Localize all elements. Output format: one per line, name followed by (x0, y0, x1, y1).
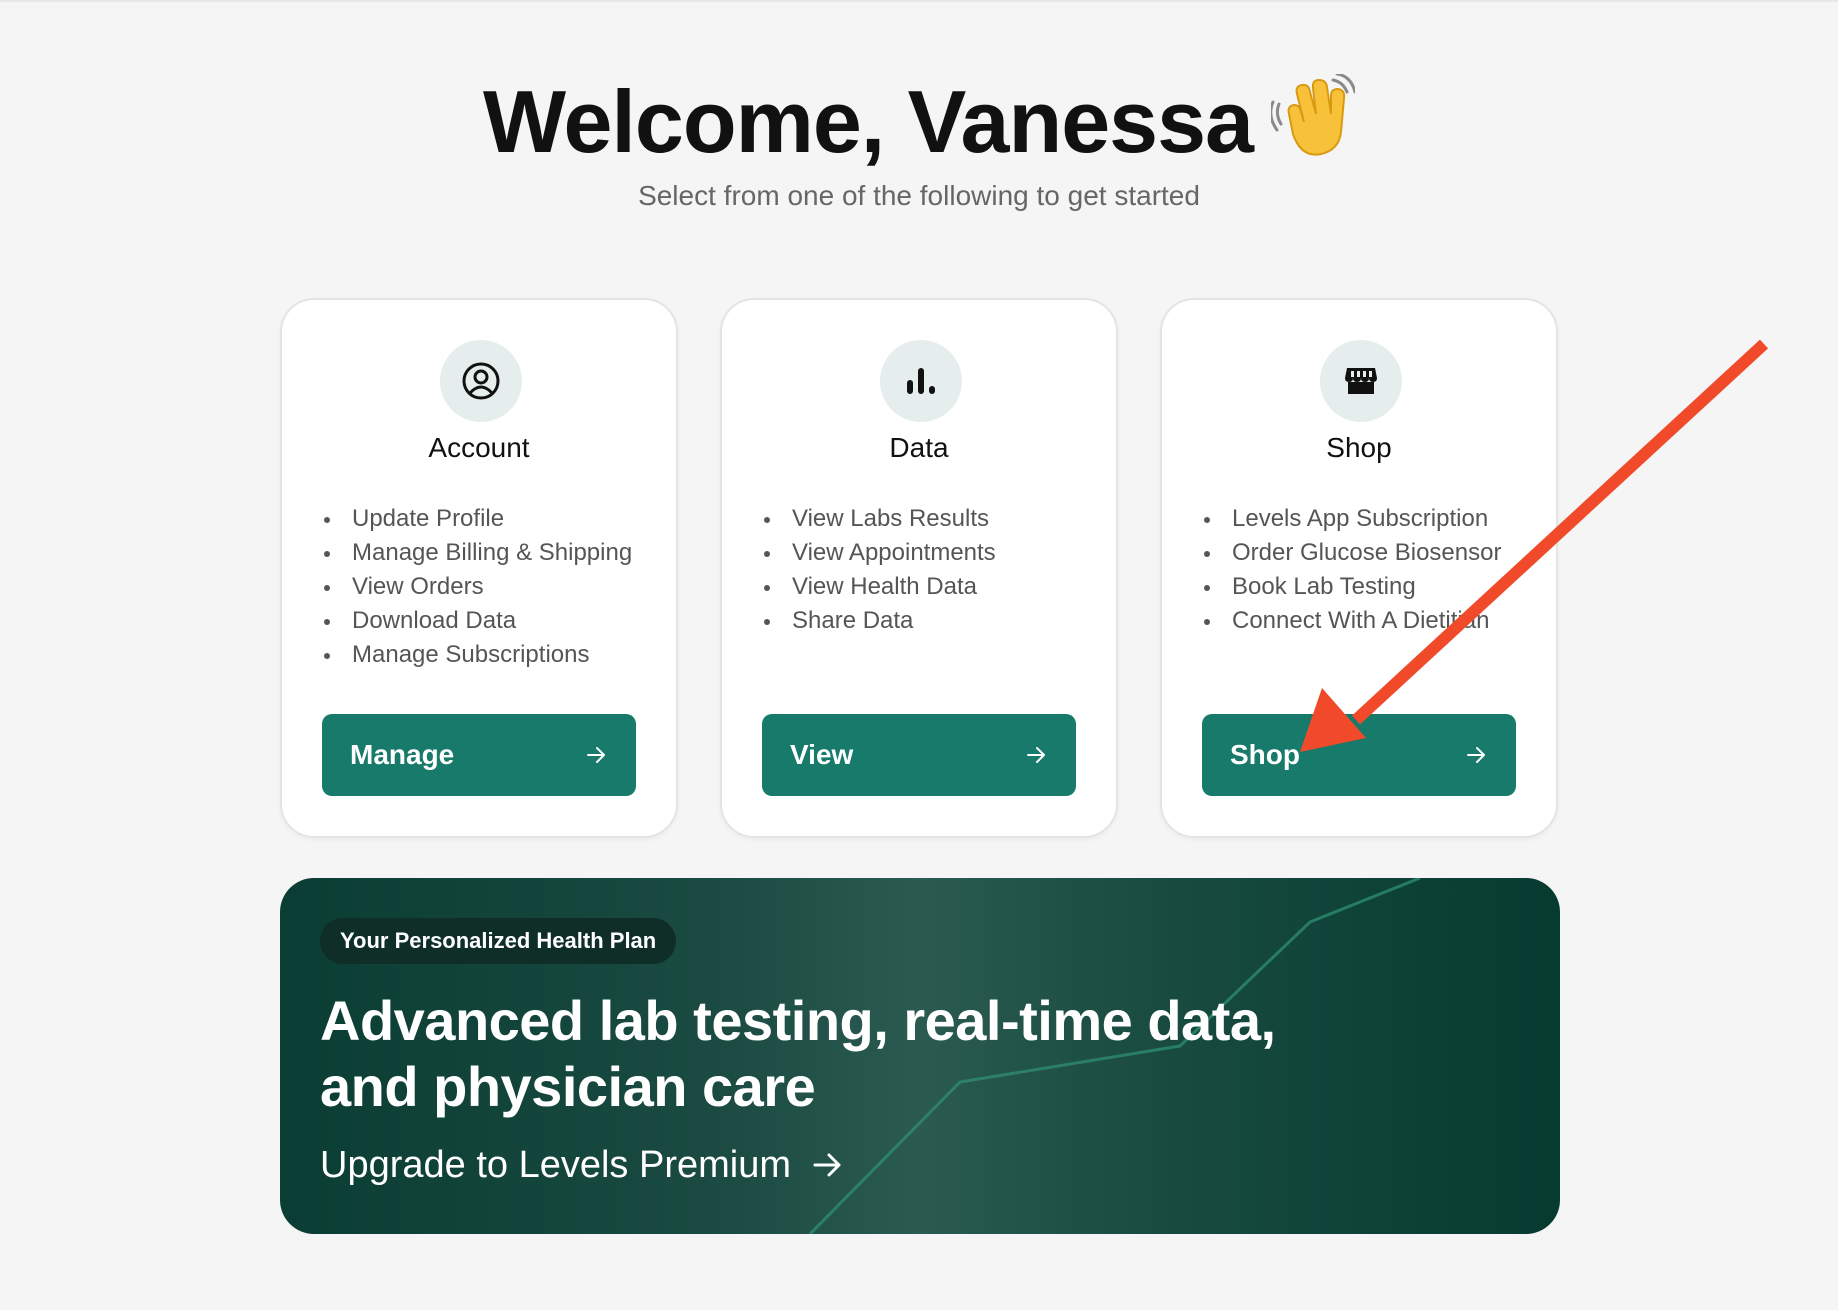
list-item: Connect With A Dietitian (1202, 604, 1542, 638)
page-subtitle: Select from one of the following to get … (638, 180, 1200, 211)
list-item: View Labs Results (762, 502, 1102, 536)
card-feature-list: Update Profile Manage Billing & Shipping… (322, 502, 662, 672)
list-item: Order Glucose Biosensor (1202, 536, 1542, 570)
title-text: Welcome, Vanessa (483, 72, 1254, 171)
health-plan-badge: Your Personalized Health Plan (320, 918, 677, 964)
headline-line: Advanced lab testing, real-time data, (320, 989, 1276, 1052)
page: Welcome, Vanessa Select from one of the … (0, 0, 1838, 1310)
list-item: Share Data (762, 604, 1102, 638)
top-divider (0, 0, 1838, 2)
button-label: Manage (350, 739, 455, 770)
data-card: Data View Labs Results View Appointments… (720, 298, 1118, 838)
list-item: View Health Data (762, 570, 1102, 604)
page-title: Welcome, Vanessa (0, 72, 1838, 178)
card-title: Data (889, 432, 949, 463)
arrow-right-icon (811, 1149, 843, 1181)
waving-hand-icon (1269, 72, 1357, 178)
manage-button[interactable]: Manage (322, 714, 636, 796)
arrow-right-icon (584, 743, 608, 767)
list-item: Manage Billing & Shipping (322, 536, 662, 570)
button-label: View (790, 739, 854, 770)
view-button[interactable]: View (762, 714, 1076, 796)
list-item: Levels App Subscription (1202, 502, 1542, 536)
storefront-icon (1320, 340, 1402, 422)
list-item: Update Profile (322, 502, 662, 536)
upgrade-premium-link[interactable]: Upgrade to Levels Premium (320, 1140, 843, 1190)
shop-card: Shop Levels App Subscription Order Gluco… (1160, 298, 1558, 838)
bar-chart-icon (880, 340, 962, 422)
card-title: Shop (1326, 432, 1392, 463)
user-circle-icon (440, 340, 522, 422)
card-feature-list: Levels App Subscription Order Glucose Bi… (1202, 502, 1542, 638)
shop-button[interactable]: Shop (1202, 714, 1516, 796)
card-title: Account (428, 432, 530, 463)
headline-line: and physician care (320, 1055, 816, 1118)
arrow-right-icon (1464, 743, 1488, 767)
arrow-right-icon (1024, 743, 1048, 767)
list-item: View Appointments (762, 536, 1102, 570)
banner-headline: Advanced lab testing, real-time data, an… (320, 988, 1420, 1120)
button-label: Shop (1230, 739, 1300, 770)
upgrade-label: Upgrade to Levels Premium (320, 1144, 791, 1186)
card-feature-list: View Labs Results View Appointments View… (762, 502, 1102, 638)
list-item: Manage Subscriptions (322, 638, 662, 672)
list-item: Download Data (322, 604, 662, 638)
list-item: Book Lab Testing (1202, 570, 1542, 604)
list-item: View Orders (322, 570, 662, 604)
account-card: Account Update Profile Manage Billing & … (280, 298, 678, 838)
premium-banner[interactable]: Your Personalized Health Plan Advanced l… (280, 878, 1560, 1234)
